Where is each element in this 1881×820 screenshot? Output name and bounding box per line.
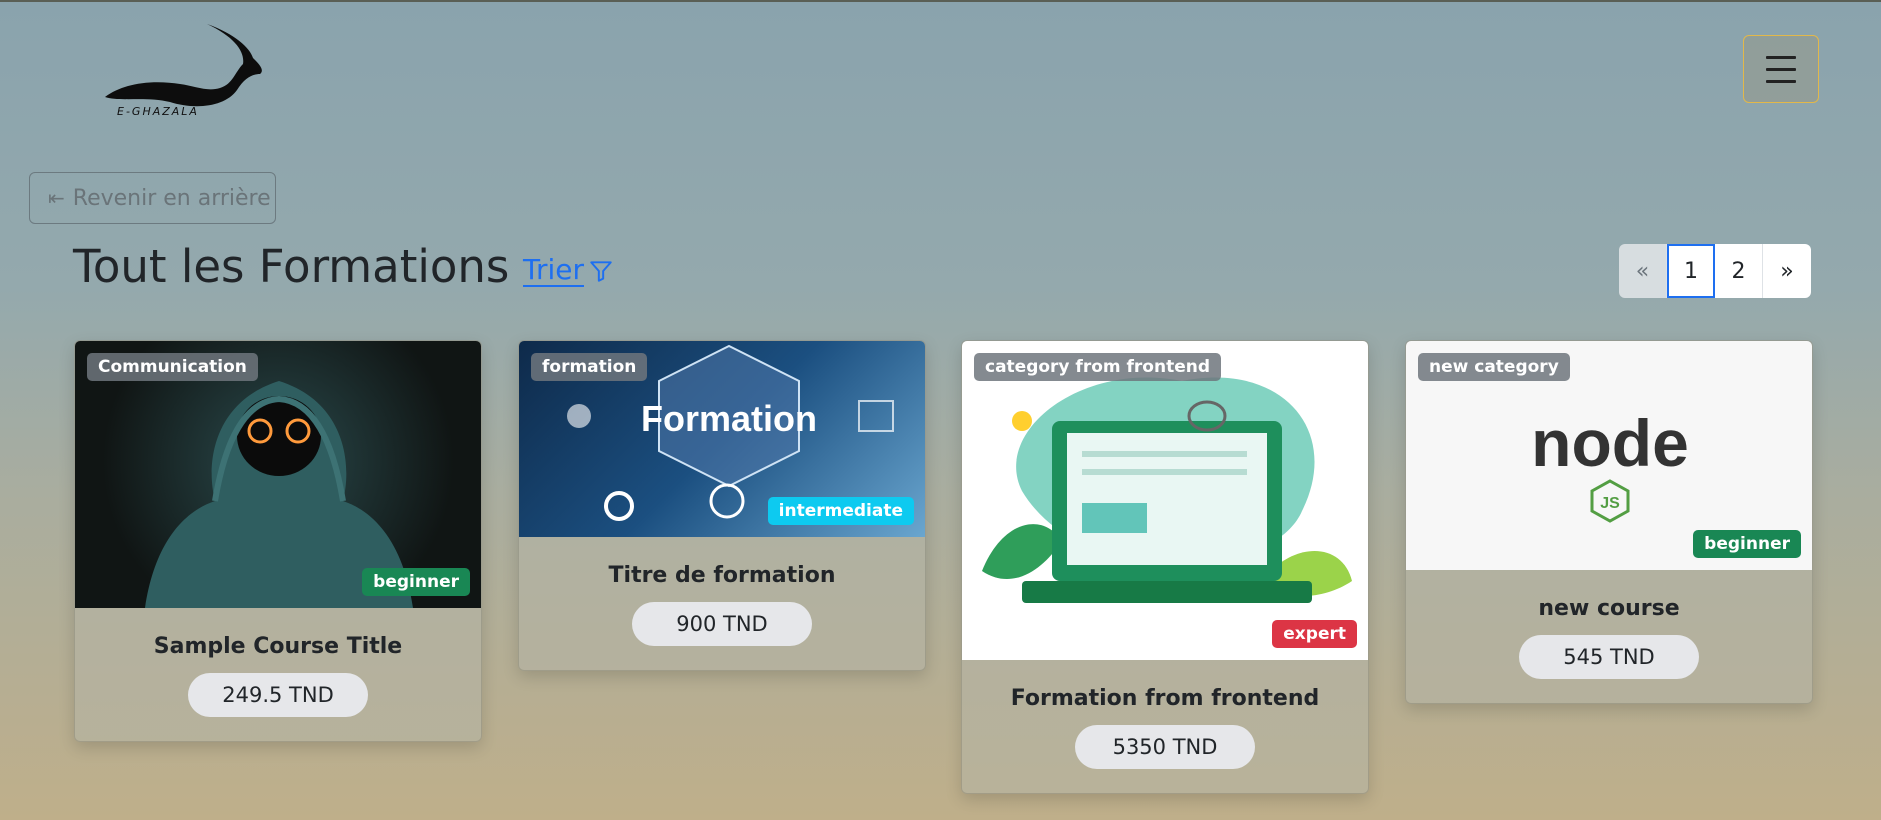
brand-text: E-GHAZALA bbox=[117, 105, 199, 118]
pagination-next[interactable]: » bbox=[1763, 244, 1811, 298]
course-card[interactable]: Communication beginner Sample Course Tit… bbox=[74, 340, 482, 742]
pagination-page-2[interactable]: 2 bbox=[1715, 244, 1763, 298]
laptop-illustration bbox=[982, 377, 1352, 603]
course-image-laptop: category from frontend expert bbox=[962, 341, 1368, 660]
back-button[interactable]: ⇤ Revenir en arrière bbox=[29, 172, 276, 224]
course-image-nodejs: node JS new category beginner bbox=[1406, 341, 1812, 570]
category-badge: formation bbox=[531, 353, 648, 381]
course-image-hoodie: Communication beginner bbox=[75, 341, 481, 608]
filter-icon bbox=[590, 261, 612, 282]
image-text: node bbox=[1531, 406, 1689, 480]
image-subtext: JS bbox=[1600, 495, 1620, 512]
course-card[interactable]: node JS new category beginner new course… bbox=[1405, 340, 1813, 704]
course-title: Titre de formation bbox=[608, 563, 836, 588]
sort-button[interactable]: Trier bbox=[523, 255, 614, 287]
back-button-label: Revenir en arrière bbox=[72, 185, 271, 211]
category-badge: new category bbox=[1418, 353, 1570, 381]
course-price: 545 TND bbox=[1519, 635, 1699, 679]
level-badge: beginner bbox=[1693, 530, 1801, 558]
level-badge: intermediate bbox=[767, 497, 914, 525]
pagination-page-1[interactable]: 1 bbox=[1667, 244, 1715, 298]
level-badge: expert bbox=[1272, 620, 1357, 648]
course-title: Formation from frontend bbox=[1010, 686, 1320, 711]
hamburger-icon bbox=[1766, 55, 1796, 59]
category-badge: Communication bbox=[87, 353, 258, 381]
course-title: new course bbox=[1538, 596, 1680, 621]
arrow-left-bar-icon: ⇤ bbox=[48, 186, 65, 210]
course-price: 249.5 TND bbox=[188, 673, 368, 717]
pagination-prev[interactable]: « bbox=[1619, 244, 1667, 298]
sort-label: Trier bbox=[523, 253, 585, 287]
level-badge: beginner bbox=[362, 568, 470, 596]
image-text: Formation bbox=[641, 398, 817, 439]
course-image-formation: Formation formation intermediate bbox=[519, 341, 925, 537]
course-card[interactable]: category from frontend expert Formation … bbox=[961, 340, 1369, 794]
page-title: Tout les Formations bbox=[73, 240, 510, 293]
category-badge: category from frontend bbox=[974, 353, 1222, 381]
hamburger-menu-button[interactable] bbox=[1743, 35, 1819, 103]
pagination: « 1 2 » bbox=[1619, 244, 1811, 298]
course-price: 900 TND bbox=[632, 602, 812, 646]
course-title: Sample Course Title bbox=[153, 634, 403, 659]
course-card[interactable]: Formation formation intermediate Titre d… bbox=[518, 340, 926, 671]
course-price: 5350 TND bbox=[1075, 725, 1255, 769]
